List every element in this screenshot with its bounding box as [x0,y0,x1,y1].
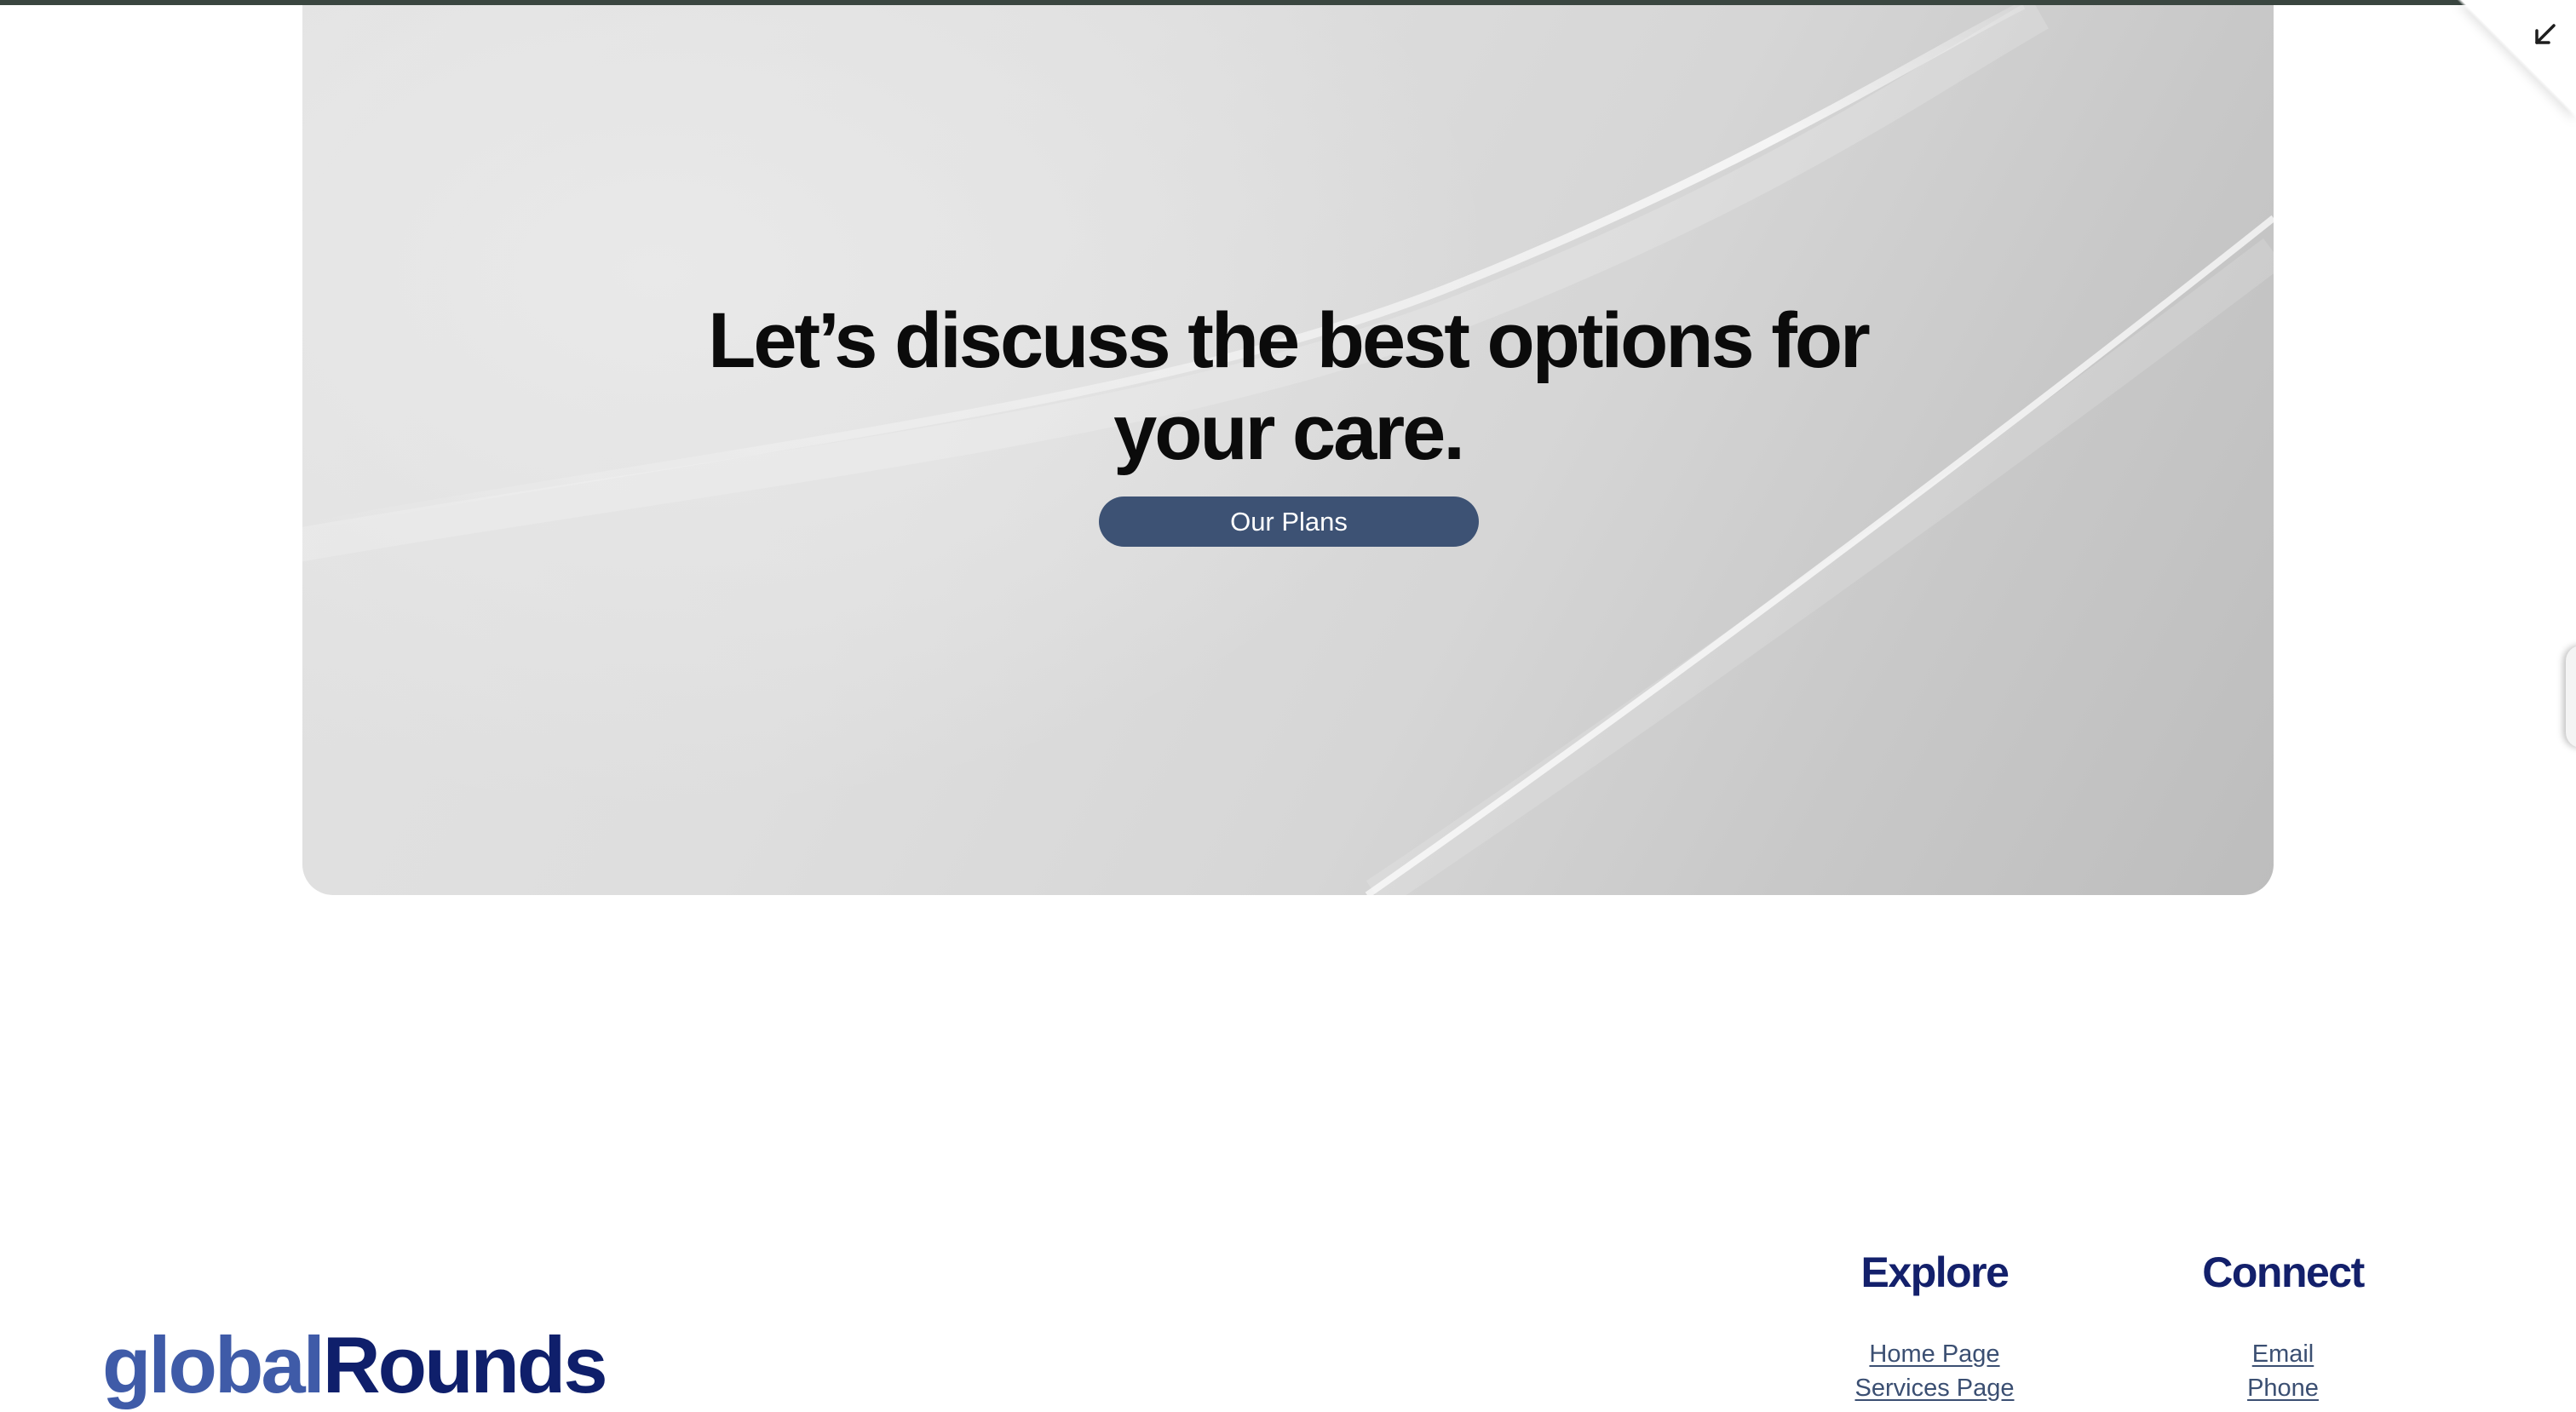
list-item: Home Page [1764,1337,2105,1371]
footer-connect-heading: Connect [2202,1248,2365,1296]
list-item: Services Page [1764,1371,2105,1405]
footer-explore-column: Explore Home Page Services Page [1764,1242,2105,1405]
hero-headline-line-1: Let’s discuss the best options for [708,297,1871,384]
hero-banner: Let’s discuss the best options for your … [302,5,2274,895]
footer-connect-column: Connect Email Phone [2113,1242,2453,1405]
list-item: Email [2113,1337,2453,1371]
footer-logo[interactable]: globalRounds [102,1318,608,1412]
logo-text-rounds: Rounds [322,1320,608,1409]
arrow-down-left-icon[interactable] [2530,20,2559,49]
home-page-link[interactable]: Home Page [1869,1340,1999,1368]
our-plans-button[interactable]: Our Plans [1099,496,1479,547]
email-link[interactable]: Email [2252,1340,2314,1368]
phone-link[interactable]: Phone [2247,1375,2319,1402]
hero-headline: Let’s discuss the best options for your … [302,295,2274,479]
hero-headline-line-2: your care. [1113,389,1465,476]
side-panel-handle[interactable] [2566,646,2576,748]
list-item: Phone [2113,1371,2453,1405]
footer-connect-links: Email Phone [2113,1337,2453,1405]
page-corner-fold [2457,0,2576,119]
footer-explore-heading: Explore [1860,1248,2010,1296]
logo-text-global: global [102,1320,325,1409]
services-page-link[interactable]: Services Page [1855,1375,2015,1402]
footer-explore-links: Home Page Services Page [1764,1337,2105,1405]
